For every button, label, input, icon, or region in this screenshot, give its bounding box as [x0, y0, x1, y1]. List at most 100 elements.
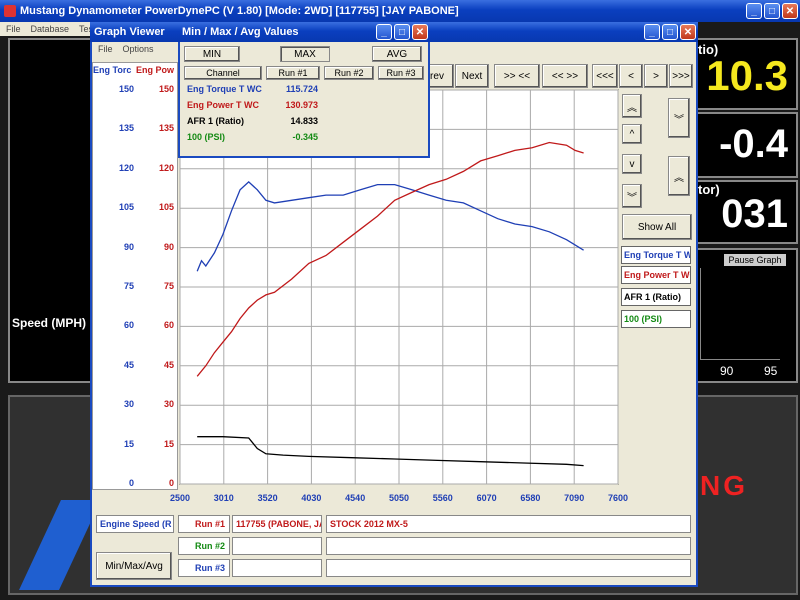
minmax-row-run1-value: 130.973	[285, 100, 318, 110]
minmax-row-channel: Eng Power T WC	[187, 100, 259, 110]
y-tick-right: 105	[158, 202, 174, 213]
y-tick-right: 150	[158, 84, 174, 94]
y-tick-right: 15	[163, 438, 174, 449]
y-tick-left: 75	[123, 281, 134, 291]
run3-label[interactable]: Run #3	[178, 559, 230, 577]
legend-power[interactable]: Eng Power T WC	[621, 266, 691, 284]
header-run1: Run #1	[266, 66, 320, 80]
tab-avg[interactable]: AVG	[372, 46, 422, 62]
expand-up-button[interactable]: ︾	[668, 98, 690, 138]
y-tick-right: 135	[158, 123, 174, 134]
minmax-row-channel: AFR 1 (Ratio)	[187, 116, 244, 126]
mm-maximize-icon[interactable]: □	[394, 24, 410, 40]
y-tick-left: 15	[123, 438, 134, 449]
run3-desc	[326, 559, 691, 577]
menu-database[interactable]: Database	[31, 24, 70, 34]
minmax-row-run1-value: 115.724	[285, 84, 318, 94]
menu-file[interactable]: File	[6, 24, 21, 34]
show-all-button[interactable]: Show All	[622, 214, 692, 240]
maximize-icon[interactable]: □	[764, 3, 780, 19]
minmax-row-channel: Eng Torque T WC	[187, 84, 262, 94]
run3-id	[232, 559, 322, 577]
mm-close-icon[interactable]: ✕	[412, 24, 428, 40]
zoom-in-button[interactable]: >> <<	[494, 64, 540, 88]
minmax-row-channel: 100 (PSI)	[187, 132, 226, 142]
header-run3: Run #3	[378, 66, 424, 80]
right-gauge-top-value: 10.3	[706, 52, 788, 99]
y-tick-left: 150	[118, 84, 134, 94]
channel-selector[interactable]: Engine Speed (R	[96, 515, 174, 533]
y-tick-left: 0	[128, 478, 134, 488]
y-tick-left: 30	[123, 399, 134, 410]
y-tick-right: 90	[163, 241, 174, 252]
run2-desc	[326, 537, 691, 555]
legend-psi[interactable]: 100 (PSI)	[621, 310, 691, 328]
next-button[interactable]: Next	[455, 64, 489, 88]
gv-menu-options[interactable]: Options	[123, 44, 154, 54]
mini-graph-area	[700, 268, 780, 360]
y-tick-right: 0	[168, 478, 174, 488]
gv-close-icon[interactable]: ✕	[680, 24, 696, 40]
legend-torque[interactable]: Eng Torque T W	[621, 246, 691, 264]
x-tick-label: 5050	[388, 493, 410, 503]
x-tick-label: 6580	[520, 493, 541, 503]
scroll-far-left-button[interactable]: <<<	[592, 64, 618, 88]
tab-min[interactable]: MIN	[184, 46, 240, 62]
scroll-right-button[interactable]: >	[644, 64, 668, 88]
minimize-icon[interactable]: _	[746, 3, 762, 19]
run2-id	[232, 537, 322, 555]
header-channel: Channel	[184, 66, 262, 80]
scroll-up-button[interactable]: ^	[622, 124, 642, 144]
run1-label[interactable]: Run #1	[178, 515, 230, 533]
legend-afr[interactable]: AFR 1 (Ratio)	[621, 288, 691, 306]
gv-menu-file[interactable]: File	[98, 44, 113, 54]
app-icon	[4, 5, 16, 17]
y-tick-left: 45	[123, 359, 134, 370]
minmax-row-run1-value: -0.345	[292, 132, 318, 142]
logo-text: NG	[700, 470, 748, 501]
run1-desc: STOCK 2012 MX-5	[326, 515, 691, 533]
minmax-title: Min / Max / Avg Values	[182, 26, 299, 38]
x-tick-label: 4030	[301, 493, 322, 503]
mini-tick-90: 90	[720, 364, 734, 378]
expand-down-button[interactable]: ︽	[668, 156, 690, 196]
mm-minimize-icon[interactable]: _	[376, 24, 392, 40]
run2-label[interactable]: Run #2	[178, 537, 230, 555]
y-tick-right: 60	[163, 320, 174, 331]
scroll-far-right-button[interactable]: >>>	[669, 64, 693, 88]
y-tick-right: 45	[163, 359, 174, 370]
gv-minimize-icon[interactable]: _	[644, 24, 660, 40]
y-tick-left: 90	[123, 241, 134, 252]
right-gauge-third-value: 031	[721, 192, 788, 236]
main-menu-bar: File Database Tes	[0, 22, 95, 36]
scroll-left-button[interactable]: <	[619, 64, 643, 88]
x-tick-label: 3010	[213, 493, 234, 503]
x-tick-label: 6070	[476, 493, 497, 503]
scroll-up-fast-button[interactable]: ︽	[622, 94, 642, 118]
y-tick-right: 30	[163, 399, 174, 410]
scroll-down-fast-button[interactable]: ︾	[622, 184, 642, 208]
close-icon[interactable]: ✕	[782, 3, 798, 19]
pause-graph-button[interactable]: Pause Graph	[724, 254, 786, 266]
speed-gauge-panel	[8, 38, 92, 383]
min-max-avg-button[interactable]: Min/Max/Avg	[96, 552, 172, 580]
x-tick-label: 7090	[564, 493, 585, 503]
right-axis-title: Eng Pow	[136, 65, 174, 75]
main-window-title: Mustang Dynamometer PowerDynePC (V 1.80)…	[20, 5, 459, 17]
right-gauge-middle-value: -0.4	[719, 122, 788, 166]
tab-max[interactable]: MAX	[280, 46, 330, 62]
y-tick-left: 120	[118, 162, 134, 173]
gv-maximize-icon[interactable]: □	[662, 24, 678, 40]
scroll-down-button[interactable]: v	[622, 154, 642, 174]
speed-label: Speed (MPH)	[12, 316, 87, 330]
y-tick-left: 105	[118, 202, 134, 213]
x-tick-label: 2500	[169, 493, 191, 503]
x-tick-label: 7600	[607, 493, 629, 503]
x-tick-label: 5560	[432, 493, 453, 503]
zoom-out-button[interactable]: << >>	[542, 64, 588, 88]
run1-id: 117755 (PABONE, JAY	[232, 515, 322, 533]
minmax-row-run1-value: 14.833	[290, 116, 318, 126]
y-tick-left: 60	[123, 320, 134, 331]
x-tick-label: 4540	[345, 493, 366, 503]
mini-tick-95: 95	[764, 364, 778, 378]
